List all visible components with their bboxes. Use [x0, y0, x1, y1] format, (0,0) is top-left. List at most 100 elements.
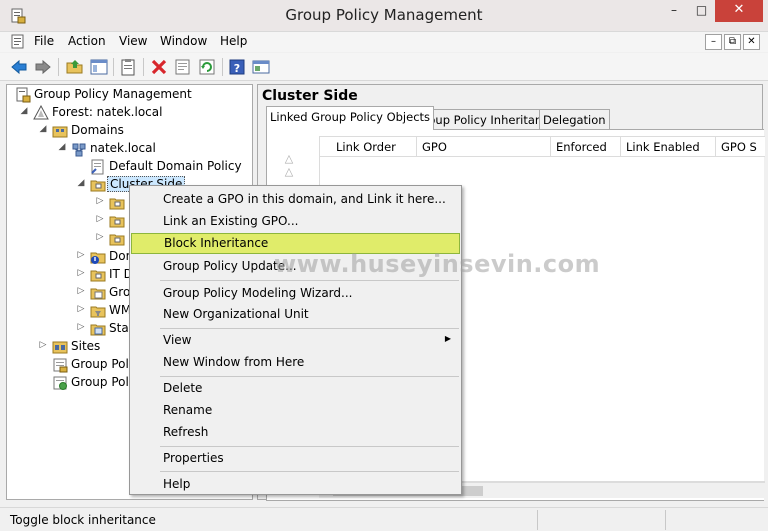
- status-text: Toggle block inheritance: [10, 513, 156, 527]
- menu-item-gp-modeling-wizard[interactable]: Group Policy Modeling Wizard...: [130, 283, 461, 304]
- mdi-close-button[interactable]: ✕: [743, 34, 760, 50]
- help-icon[interactable]: ?: [228, 58, 246, 76]
- tree-expander[interactable]: ▷: [76, 286, 86, 296]
- ou-icon: [109, 216, 125, 228]
- domain-icon: [72, 143, 86, 157]
- ou-icon: [109, 234, 125, 246]
- menu-item-new-window[interactable]: New Window from Here: [130, 352, 461, 373]
- menu-separator: [160, 280, 459, 281]
- delete-icon[interactable]: [150, 58, 168, 76]
- tree-expander[interactable]: ▷: [76, 322, 86, 332]
- menu-item-new-ou[interactable]: New Organizational Unit: [130, 304, 461, 325]
- column-gpo[interactable]: GPO: [417, 137, 551, 157]
- menu-item-refresh[interactable]: Refresh: [130, 422, 461, 443]
- tree-item-label: natek.local: [90, 141, 156, 155]
- tree-expander[interactable]: ▷: [95, 214, 105, 224]
- clipboard-icon[interactable]: [119, 58, 137, 76]
- gp-results-icon: [53, 376, 67, 390]
- column-enforced[interactable]: Enforced: [551, 137, 621, 157]
- back-arrow-icon[interactable]: [10, 58, 28, 76]
- tree-expander[interactable]: ◢: [19, 106, 29, 116]
- refresh-icon[interactable]: [198, 58, 216, 76]
- title-bar: Group Policy Management – □ ✕: [0, 0, 768, 32]
- menu-window[interactable]: Window: [160, 34, 207, 48]
- tree-item-label: Group Policy Management: [34, 87, 192, 101]
- tree-expander[interactable]: ▷: [38, 340, 48, 350]
- menu-item-create-gpo[interactable]: Create a GPO in this domain, and Link it…: [130, 189, 461, 210]
- mdi-restore-button[interactable]: ⧉: [724, 34, 741, 50]
- menu-separator: [160, 328, 459, 329]
- forest-icon: [33, 105, 49, 120]
- tree-item-label: WM: [109, 303, 132, 317]
- tree-item-label: Forest: natek.local: [52, 105, 163, 119]
- ou-icon: [90, 180, 106, 192]
- starter-gpo-icon: [90, 324, 106, 336]
- mdi-minimize-button[interactable]: –: [705, 34, 722, 50]
- svg-text:?: ?: [234, 62, 240, 75]
- list-header: Link Order GPO Enforced Link Enabled GPO…: [320, 137, 765, 157]
- show-hide-tree-icon[interactable]: [90, 58, 108, 76]
- menu-file[interactable]: File: [34, 34, 54, 48]
- column-link-order[interactable]: Link Order: [320, 137, 417, 157]
- status-divider: [537, 510, 538, 530]
- toolbar-separator: [113, 58, 114, 76]
- menu-item-rename[interactable]: Rename: [130, 400, 461, 421]
- submenu-arrow-icon: ▶: [444, 334, 451, 343]
- move-link-up-icon[interactable]: △ △: [281, 152, 297, 178]
- mmc-document-icon[interactable]: [10, 34, 26, 50]
- tree-item-label: Domains: [71, 123, 124, 137]
- details-title: Cluster Side: [262, 88, 358, 104]
- tree-item-label: Default Domain Policy: [109, 159, 242, 173]
- close-button[interactable]: ✕: [715, 0, 763, 22]
- menu-separator: [160, 376, 459, 377]
- domains-icon: [52, 126, 68, 138]
- menu-bar: File Action View Window Help: [0, 32, 768, 52]
- tree-expander[interactable]: ▷: [76, 304, 86, 314]
- menu-help[interactable]: Help: [220, 34, 247, 48]
- context-menu: Create a GPO in this domain, and Link it…: [129, 185, 462, 495]
- forward-arrow-icon[interactable]: [34, 58, 52, 76]
- toolbar-separator: [143, 58, 144, 76]
- gpo-folder-icon: [90, 288, 106, 300]
- properties-icon[interactable]: [174, 58, 192, 76]
- menu-view[interactable]: View: [119, 34, 147, 48]
- menu-item-view[interactable]: View ▶: [130, 330, 461, 351]
- ou-icon: [109, 198, 125, 210]
- watermark: www.huseyinsevin.com: [274, 250, 601, 278]
- status-bar: Toggle block inheritance: [0, 507, 768, 531]
- tree-item-label: Sites: [71, 339, 101, 353]
- tree-expander[interactable]: ◢: [38, 124, 48, 134]
- tree-expander[interactable]: ▷: [76, 268, 86, 278]
- ou-icon: [90, 270, 106, 282]
- tab-delegation[interactable]: Delegation: [539, 109, 610, 129]
- menu-item-help[interactable]: Help: [130, 474, 461, 495]
- menu-separator: [160, 471, 459, 472]
- tree-item-label: Gro: [109, 285, 131, 299]
- gpm-icon: [16, 87, 31, 103]
- menu-item-link-existing-gpo[interactable]: Link an Existing GPO...: [130, 211, 461, 232]
- menu-item-label: View: [163, 333, 192, 347]
- column-link-enabled[interactable]: Link Enabled: [621, 137, 716, 157]
- wmi-folder-icon: [90, 306, 106, 318]
- tab-linked-gpos[interactable]: Linked Group Policy Objects: [266, 106, 435, 130]
- up-folder-icon[interactable]: [66, 58, 84, 76]
- menu-action[interactable]: Action: [68, 34, 106, 48]
- ou-blocked-icon: [90, 252, 106, 264]
- status-divider: [665, 510, 666, 530]
- column-gpo-status[interactable]: GPO S: [716, 137, 765, 157]
- menu-item-properties[interactable]: Properties: [130, 448, 461, 469]
- menu-separator: [160, 446, 459, 447]
- window-title: Group Policy Management: [285, 6, 483, 24]
- tree-expander[interactable]: ◢: [57, 142, 67, 152]
- gpo-link-icon: [91, 159, 104, 175]
- toolbar: ?: [0, 53, 768, 81]
- toolbar-separator: [222, 58, 223, 76]
- menu-item-delete[interactable]: Delete: [130, 378, 461, 399]
- tree-expander[interactable]: ▷: [95, 196, 105, 206]
- tree-expander[interactable]: ◢: [76, 178, 86, 188]
- console-icon[interactable]: [252, 58, 270, 76]
- maximize-button[interactable]: □: [688, 0, 715, 22]
- tree-expander[interactable]: ▷: [95, 232, 105, 242]
- tree-expander[interactable]: ▷: [76, 250, 86, 260]
- minimize-button[interactable]: –: [660, 0, 688, 22]
